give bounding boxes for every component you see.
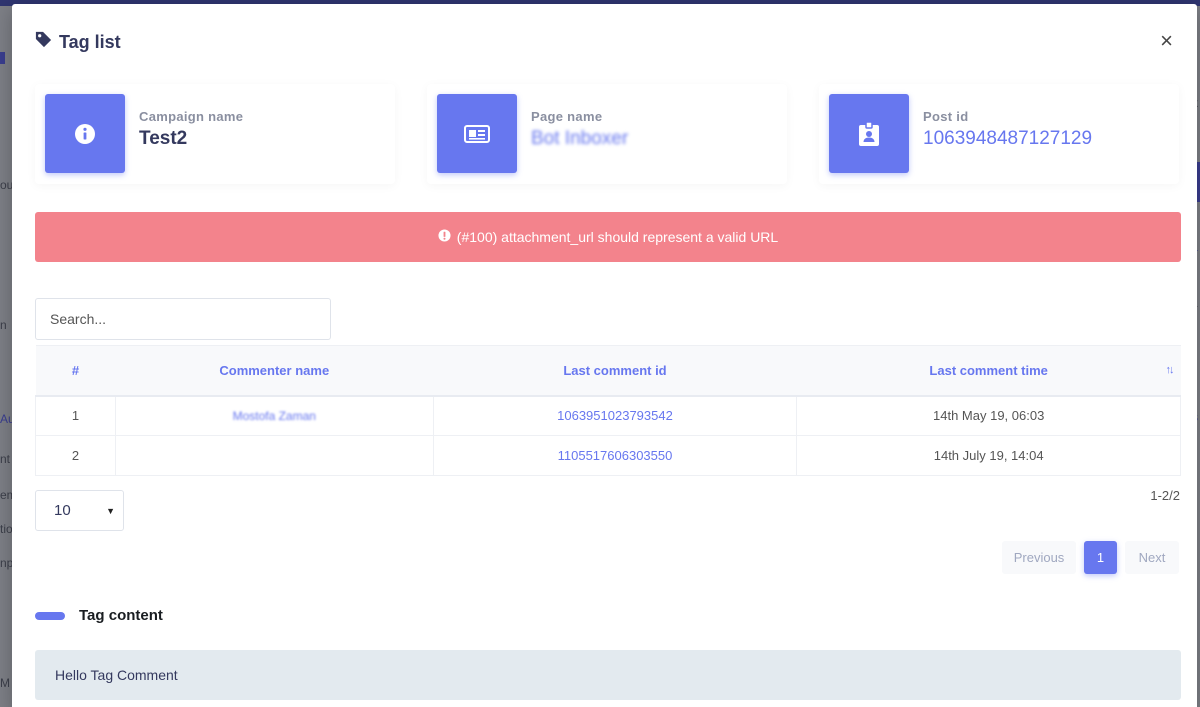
section-title: Tag content bbox=[79, 607, 163, 624]
table-row: 2 1105517606303550 14th July 19, 14:04 bbox=[35, 435, 1181, 476]
row-number: 1 bbox=[35, 395, 116, 436]
post-id-label: Post id bbox=[923, 109, 969, 124]
tag-icon bbox=[34, 30, 53, 54]
comments-table: # Commenter name Last comment id Last co… bbox=[35, 345, 1181, 476]
caret-down-icon: ▼ bbox=[106, 505, 115, 516]
tag-content-text: Hello Tag Comment bbox=[55, 667, 178, 683]
comment-time: 14th July 19, 14:04 bbox=[796, 435, 1181, 476]
column-last-comment-time-label: Last comment time bbox=[929, 362, 1048, 378]
background-text: tio bbox=[0, 522, 13, 536]
id-badge-icon bbox=[829, 94, 909, 173]
background-left-mark bbox=[0, 52, 5, 64]
search-input[interactable] bbox=[35, 298, 331, 340]
page-length-select[interactable]: 10 ▼ bbox=[35, 490, 124, 531]
column-last-comment-time[interactable]: Last comment time ↑↓ bbox=[796, 345, 1181, 397]
modal-header: Tag list bbox=[34, 30, 121, 54]
row-number: 2 bbox=[35, 435, 116, 476]
tag-content-box: Hello Tag Comment bbox=[35, 650, 1181, 700]
comment-id-link[interactable]: 1063951023793542 bbox=[432, 395, 798, 436]
column-last-comment-id[interactable]: Last comment id bbox=[433, 345, 797, 397]
comment-time: 14th May 19, 06:03 bbox=[796, 395, 1181, 436]
post-id-card: Post id 1063948487127129 bbox=[819, 84, 1179, 184]
modal-title: Tag list bbox=[59, 31, 121, 52]
pagination: Previous 1 Next bbox=[1002, 541, 1179, 574]
background-text: M bbox=[0, 676, 10, 690]
comment-id-link[interactable]: 1105517606303550 bbox=[432, 435, 798, 476]
column-number[interactable]: # bbox=[35, 345, 116, 397]
campaign-name-card: Campaign name Test2 bbox=[35, 84, 395, 184]
exclamation-circle-icon bbox=[438, 229, 451, 245]
sort-icon[interactable]: ↑↓ bbox=[1166, 364, 1175, 376]
page-1-button[interactable]: 1 bbox=[1084, 541, 1117, 574]
page-name-value[interactable]: Bot Inboxer bbox=[531, 128, 628, 150]
tag-content-section-header: Tag content bbox=[35, 607, 163, 624]
table-header-row: # Commenter name Last comment id Last co… bbox=[35, 345, 1181, 397]
info-circle-icon bbox=[45, 94, 125, 173]
newspaper-icon bbox=[437, 94, 517, 173]
background-text: nt bbox=[0, 452, 11, 466]
commenter-name[interactable] bbox=[114, 435, 434, 476]
close-button[interactable]: × bbox=[1160, 30, 1173, 52]
error-message: (#100) attachment_url should represent a… bbox=[456, 229, 779, 245]
post-id-value[interactable]: 1063948487127129 bbox=[923, 128, 1092, 150]
page-name-label: Page name bbox=[531, 109, 603, 124]
page-name-card: Page name Bot Inboxer bbox=[427, 84, 787, 184]
background-text: n bbox=[0, 318, 7, 332]
campaign-name-label: Campaign name bbox=[139, 109, 244, 124]
column-commenter-name[interactable]: Commenter name bbox=[115, 345, 434, 397]
campaign-name-value: Test2 bbox=[139, 128, 188, 149]
table-info: 1-2/2 bbox=[1150, 488, 1180, 503]
error-alert: (#100) attachment_url should represent a… bbox=[35, 212, 1181, 262]
previous-page-button[interactable]: Previous bbox=[1002, 541, 1076, 574]
page-length-value: 10 bbox=[54, 502, 71, 519]
tag-list-modal: Tag list × Campaign name Test2 Page name… bbox=[12, 4, 1197, 707]
next-page-button[interactable]: Next bbox=[1125, 541, 1179, 574]
section-accent-bar bbox=[35, 611, 65, 620]
commenter-name[interactable]: Mostofa Zaman bbox=[114, 395, 434, 436]
table-row: 1 Mostofa Zaman 1063951023793542 14th Ma… bbox=[35, 395, 1181, 436]
